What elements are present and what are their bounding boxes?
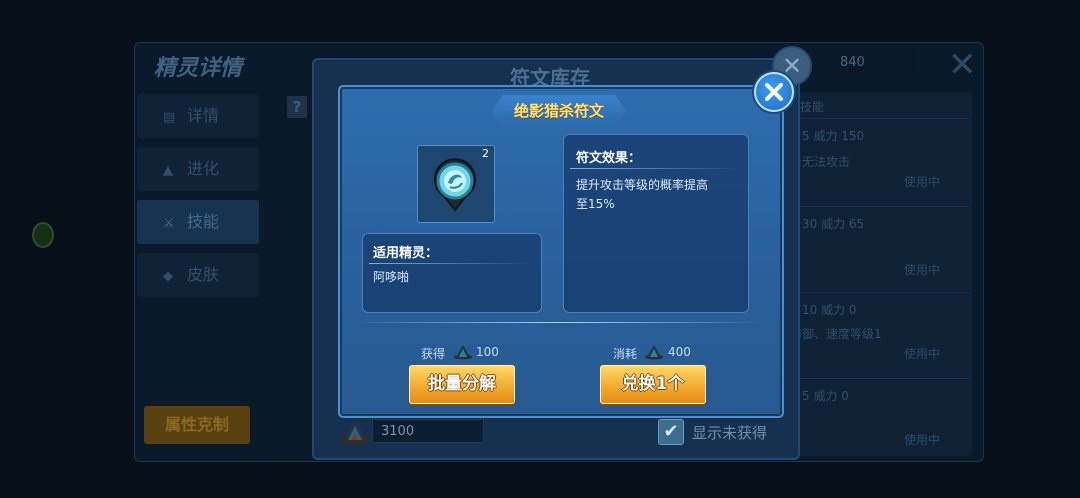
- cost-amount: 400: [668, 345, 691, 359]
- gain-amount: 100: [476, 345, 499, 359]
- show-unowned-checkbox[interactable]: ✔: [658, 419, 684, 445]
- spirit-detail-title: 精灵详情: [154, 56, 243, 81]
- rune-currency-icon: [454, 345, 472, 360]
- tab-evolve[interactable]: ▲ 进化: [137, 147, 259, 191]
- heading-underline: [369, 263, 535, 264]
- close-icon: [765, 83, 783, 101]
- rune-currency-amount: 3100: [372, 419, 484, 443]
- rune-currency-icon: [340, 420, 370, 444]
- skin-icon: ◆: [163, 269, 173, 284]
- effect-text-line2: 至15%: [576, 197, 615, 211]
- skill-row[interactable]: 10 威力 0 防御、速度等级1 使用中: [790, 292, 970, 373]
- skill-row[interactable]: 5 威力 0 使用中: [790, 378, 970, 459]
- tab-skin[interactable]: ◆ 皮肤: [137, 253, 259, 297]
- evolve-icon: ▲: [163, 163, 173, 178]
- show-unowned-label: 显示未获得: [692, 424, 768, 442]
- help-icon[interactable]: ?: [287, 96, 307, 118]
- exchange-one-button[interactable]: 兑换1个: [600, 365, 706, 404]
- cost-label: 消耗: [613, 347, 638, 361]
- effect-text-line1: 提升攻击等级的概率提高: [576, 178, 709, 192]
- gain-label: 获得: [421, 347, 446, 361]
- dialog-close-button[interactable]: [754, 72, 794, 112]
- batch-decompose-button[interactable]: 批量分解: [409, 365, 515, 404]
- details-icon: ▤: [163, 110, 176, 125]
- applicable-spirit-name: 阿哆啪: [373, 270, 410, 284]
- applicable-heading: 适用精灵：: [373, 246, 439, 261]
- rune-count: 2: [482, 147, 489, 160]
- skill-row[interactable]: 30 威力 65 使用中: [790, 206, 970, 287]
- dialog-divider: [350, 322, 768, 323]
- attribute-counter-button[interactable]: 属性克制: [144, 406, 250, 444]
- rune-effect-box: 符文效果： 提升攻击等级的概率提高 至15%: [563, 134, 749, 313]
- dialog-title: 绝影猎杀符文: [513, 102, 604, 120]
- rune-orb-icon: [434, 158, 476, 212]
- tab-skills[interactable]: ⚔ 技能: [137, 200, 259, 244]
- heading-underline: [570, 168, 742, 169]
- top-currency-display: 840: [812, 50, 918, 76]
- close-icon[interactable]: ✕: [948, 48, 977, 82]
- effect-heading: 符文效果：: [576, 151, 642, 166]
- skills-header: 技能: [800, 100, 825, 114]
- applicable-spirit-box: 适用精灵： 阿哆啪: [362, 233, 542, 313]
- rune-currency-icon: [645, 345, 663, 360]
- skill-row[interactable]: 5 威力 150 击无法攻击 使用中: [790, 118, 970, 199]
- side-button[interactable]: [32, 222, 54, 248]
- skill-icon: ⚔: [163, 216, 175, 231]
- tab-details[interactable]: ▤ 详情: [137, 94, 259, 138]
